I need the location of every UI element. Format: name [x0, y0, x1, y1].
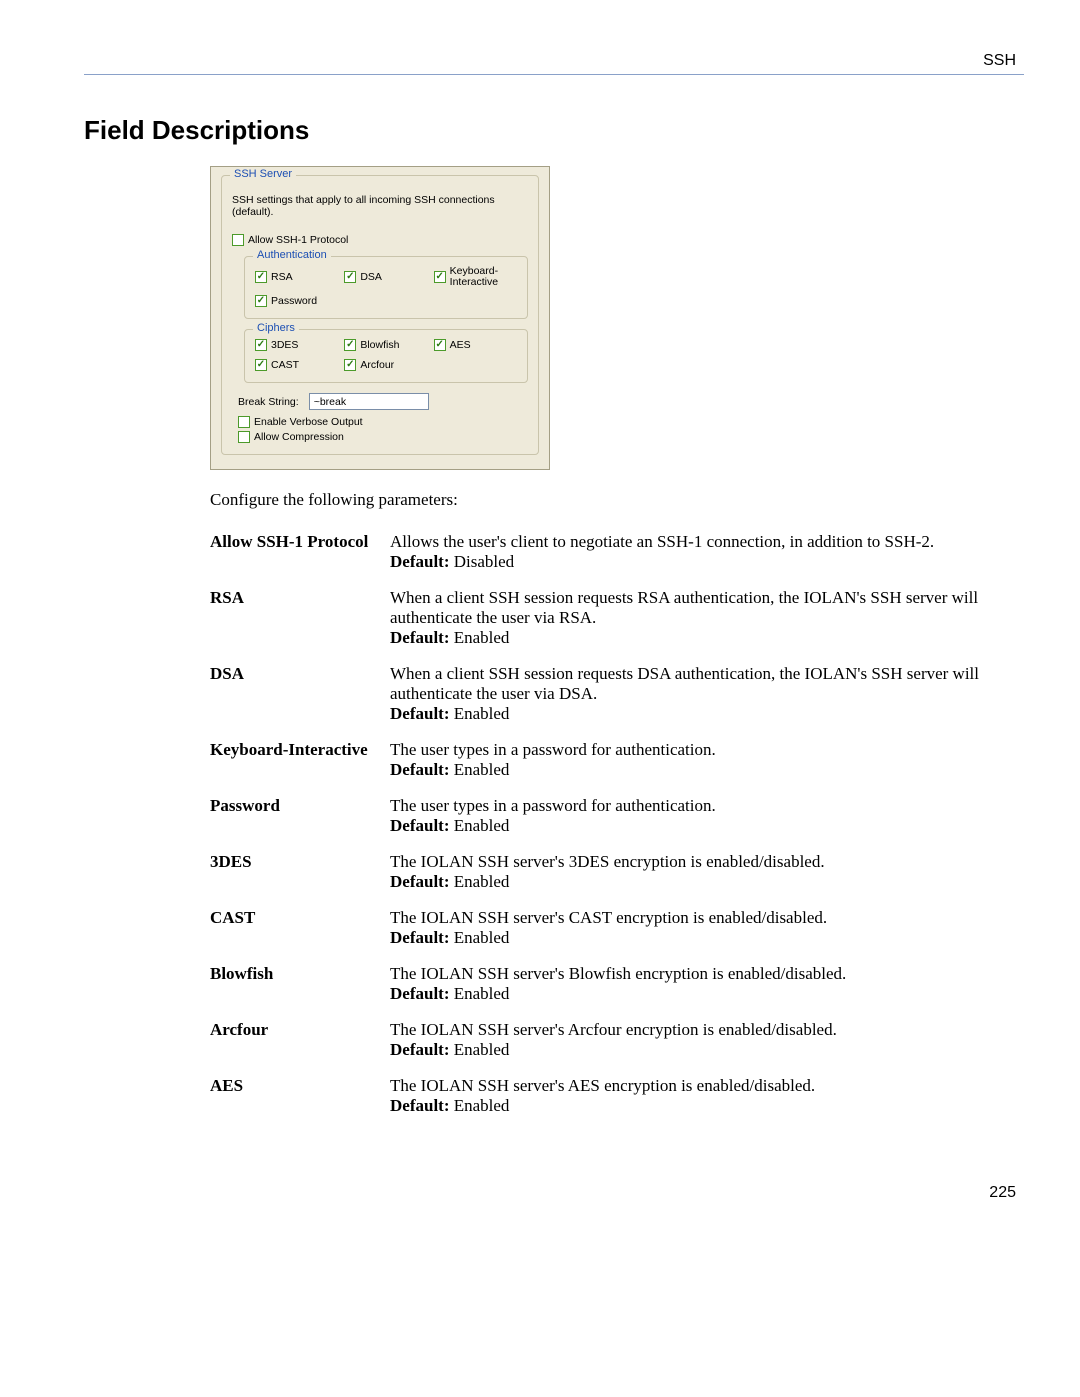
password-checkbox[interactable]: ✓: [255, 295, 267, 307]
param-name: Blowfish: [210, 956, 390, 1012]
param-name: Allow SSH-1 Protocol: [210, 524, 390, 580]
compress-checkbox[interactable]: [238, 431, 250, 443]
verbose-checkbox[interactable]: [238, 416, 250, 428]
compress-label: Allow Compression: [254, 431, 344, 443]
header-tag: SSH: [84, 52, 1016, 70]
param-desc: The IOLAN SSH server's Blowfish encrypti…: [390, 956, 1024, 1012]
ssh-server-legend: SSH Server: [230, 168, 296, 180]
param-name: Password: [210, 788, 390, 844]
param-row-aes: AESThe IOLAN SSH server's AES encryption…: [210, 1068, 1024, 1124]
param-row-arcfour: ArcfourThe IOLAN SSH server's Arcfour en…: [210, 1012, 1024, 1068]
param-desc: The IOLAN SSH server's CAST encryption i…: [390, 900, 1024, 956]
param-name: AES: [210, 1068, 390, 1124]
header-rule: [84, 74, 1024, 75]
page-number: 225: [84, 1184, 1016, 1202]
ssh-server-desc: SSH settings that apply to all incoming …: [232, 194, 528, 218]
rsa-checkbox[interactable]: ✓: [255, 271, 267, 283]
carc-checkbox[interactable]: ✓: [344, 359, 356, 371]
param-desc: When a client SSH session requests DSA a…: [390, 656, 1024, 732]
param-row-keyboard_interactive: Keyboard-InteractiveThe user types in a …: [210, 732, 1024, 788]
section-title: Field Descriptions: [84, 115, 1024, 146]
param-row-cast: CASTThe IOLAN SSH server's CAST encrypti…: [210, 900, 1024, 956]
break-string-label: Break String:: [238, 396, 299, 408]
break-string-input[interactable]: [309, 393, 429, 410]
param-desc: The IOLAN SSH server's 3DES encryption i…: [390, 844, 1024, 900]
param-name: 3DES: [210, 844, 390, 900]
allow-ssh1-checkbox[interactable]: [232, 234, 244, 246]
param-row-rsa: RSAWhen a client SSH session requests RS…: [210, 580, 1024, 656]
param-desc: The IOLAN SSH server's Arcfour encryptio…: [390, 1012, 1024, 1068]
param-name: Keyboard-Interactive: [210, 732, 390, 788]
keyboard-interactive-label: Keyboard- Interactive: [450, 266, 498, 287]
param-row-blowfish: BlowfishThe IOLAN SSH server's Blowfish …: [210, 956, 1024, 1012]
password-label: Password: [271, 295, 317, 307]
param-name: Arcfour: [210, 1012, 390, 1068]
cblow-checkbox[interactable]: ✓: [344, 339, 356, 351]
param-row-dsa: DSAWhen a client SSH session requests DS…: [210, 656, 1024, 732]
caes-label: AES: [450, 339, 471, 351]
ccast-label: CAST: [271, 359, 299, 371]
allow-ssh1-label: Allow SSH-1 Protocol: [248, 234, 348, 246]
intro-text: Configure the following parameters:: [210, 490, 1024, 510]
dsa-label: DSA: [360, 271, 382, 283]
param-row-password: PasswordThe user types in a password for…: [210, 788, 1024, 844]
ccast-checkbox[interactable]: ✓: [255, 359, 267, 371]
auth-legend: Authentication: [253, 249, 331, 261]
param-row-allow_ssh1: Allow SSH-1 ProtocolAllows the user's cl…: [210, 524, 1024, 580]
ciphers-legend: Ciphers: [253, 322, 299, 334]
param-desc: When a client SSH session requests RSA a…: [390, 580, 1024, 656]
ssh-server-dialog: SSH Server SSH settings that apply to al…: [210, 166, 550, 470]
param-name: DSA: [210, 656, 390, 732]
dsa-checkbox[interactable]: ✓: [344, 271, 356, 283]
param-desc: The user types in a password for authent…: [390, 732, 1024, 788]
param-desc: Allows the user's client to negotiate an…: [390, 524, 1024, 580]
c3des-label: 3DES: [271, 339, 298, 351]
caes-checkbox[interactable]: ✓: [434, 339, 446, 351]
param-row-c3des: 3DESThe IOLAN SSH server's 3DES encrypti…: [210, 844, 1024, 900]
param-name: RSA: [210, 580, 390, 656]
c3des-checkbox[interactable]: ✓: [255, 339, 267, 351]
verbose-label: Enable Verbose Output: [254, 416, 363, 428]
param-desc: The user types in a password for authent…: [390, 788, 1024, 844]
param-name: CAST: [210, 900, 390, 956]
param-desc: The IOLAN SSH server's AES encryption is…: [390, 1068, 1024, 1124]
param-table: Allow SSH-1 ProtocolAllows the user's cl…: [210, 524, 1024, 1124]
carc-label: Arcfour: [360, 359, 394, 371]
keyboard-interactive-checkbox[interactable]: ✓: [434, 271, 446, 283]
cblow-label: Blowfish: [360, 339, 399, 351]
rsa-label: RSA: [271, 271, 293, 283]
